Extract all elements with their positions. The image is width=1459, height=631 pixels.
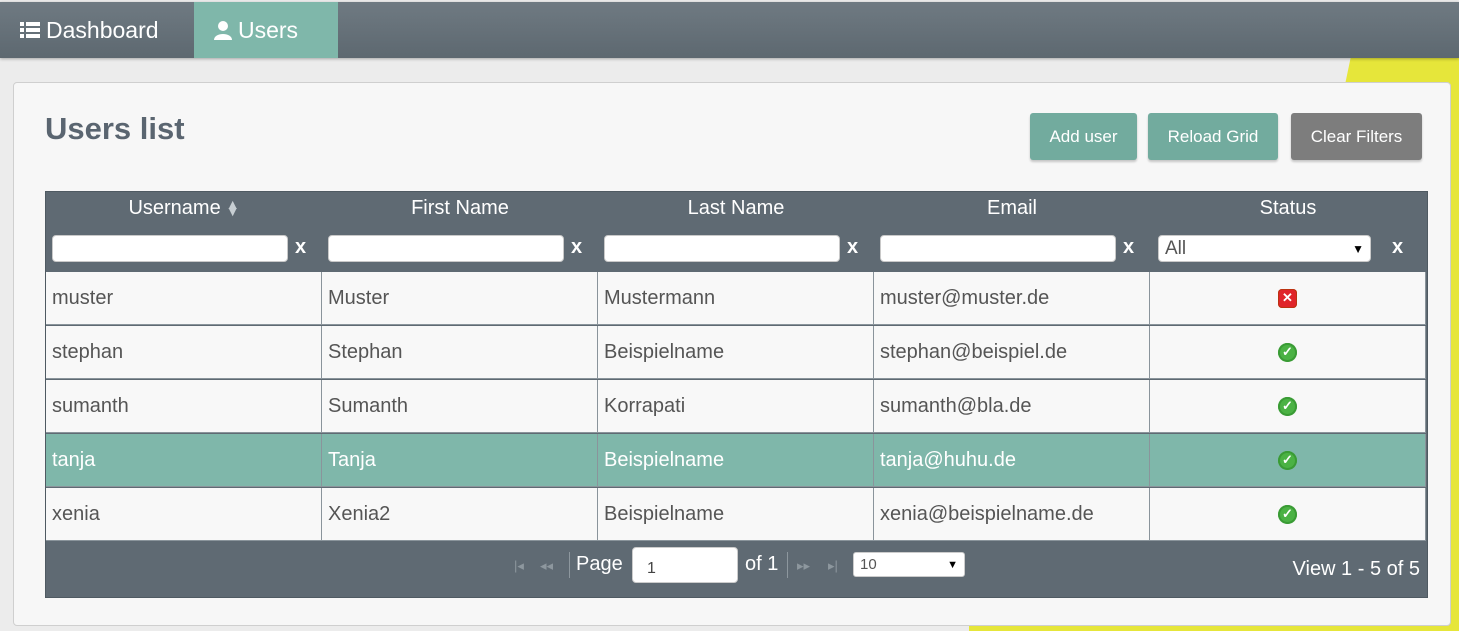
cell-last-name: Beispielname <box>598 434 874 487</box>
active-status-icon: ✓ <box>1278 342 1297 362</box>
cell-first-name: Xenia2 <box>322 488 598 541</box>
cell-last-name: Mustermann <box>598 272 874 325</box>
page-label: Page <box>576 553 623 575</box>
username-filter-clear-button[interactable]: x <box>295 236 306 259</box>
first-name-filter-input[interactable] <box>328 235 564 262</box>
tab-users[interactable]: Users <box>194 2 338 58</box>
column-header-last-name[interactable]: Last Name <box>598 192 874 224</box>
cell-status: ✕ <box>1150 272 1426 325</box>
list-icon <box>20 21 40 39</box>
table-row[interactable]: sumanth Sumanth Korrapati sumanth@bla.de… <box>46 380 1426 433</box>
table-row[interactable]: xenia Xenia2 Beispielname xenia@beispiel… <box>46 488 1426 541</box>
cell-last-name: Beispielname <box>598 326 874 379</box>
cell-first-name: Stephan <box>322 326 598 379</box>
cell-email: xenia@beispielname.de <box>874 488 1150 541</box>
last-name-filter-clear-button[interactable]: x <box>847 236 858 259</box>
cell-email: sumanth@bla.de <box>874 380 1150 433</box>
page-number-input[interactable] <box>632 547 738 583</box>
email-filter-input[interactable] <box>880 235 1116 262</box>
dropdown-arrow-icon: ▼ <box>947 558 958 571</box>
column-header-username[interactable]: Username ▲ ▼ <box>46 192 322 224</box>
table-row[interactable]: muster Muster Mustermann muster@muster.d… <box>46 272 1426 325</box>
active-status-icon: ✓ <box>1278 396 1297 416</box>
column-header-email[interactable]: Email <box>874 192 1150 224</box>
cell-first-name: Sumanth <box>322 380 598 433</box>
status-filter-clear-button[interactable]: x <box>1392 236 1403 259</box>
dropdown-arrow-icon: ▼ <box>1352 241 1364 256</box>
users-grid: Username ▲ ▼ First Name Last Name Email S… <box>45 191 1428 598</box>
cell-username: muster <box>46 272 322 325</box>
first-page-icon[interactable]: |◂ <box>514 558 524 574</box>
first-name-filter-clear-button[interactable]: x <box>571 236 582 259</box>
pager-divider <box>569 552 570 578</box>
records-info: View 1 - 5 of 5 <box>1292 558 1420 580</box>
cell-username: stephan <box>46 326 322 379</box>
user-icon <box>214 20 232 40</box>
page-size-select[interactable]: 10 ▼ <box>853 552 965 577</box>
inactive-status-icon: ✕ <box>1278 288 1297 308</box>
column-header-label: Username <box>128 196 221 219</box>
column-header-first-name[interactable]: First Name <box>322 192 598 224</box>
last-name-filter-input[interactable] <box>604 235 840 262</box>
cell-first-name: Tanja <box>322 434 598 487</box>
grid-header: Username ▲ ▼ First Name Last Name Email S… <box>46 192 1427 272</box>
cell-username: xenia <box>46 488 322 541</box>
cell-status: ✓ <box>1150 488 1426 541</box>
cell-status: ✓ <box>1150 380 1426 433</box>
grid-pager: |◂ ◂◂ Page of 1 ▸▸ ▸| 10 ▼ View 1 - 5 of… <box>46 542 1427 597</box>
username-filter-input[interactable] <box>52 235 288 262</box>
cell-email: stephan@beispiel.de <box>874 326 1150 379</box>
table-row-selected[interactable]: tanja Tanja Beispielname tanja@huhu.de ✓ <box>46 434 1426 487</box>
cell-username: sumanth <box>46 380 322 433</box>
reload-grid-button[interactable]: Reload Grid <box>1148 113 1278 160</box>
status-filter-value: All <box>1165 237 1187 259</box>
cell-last-name: Korrapati <box>598 380 874 433</box>
add-user-button[interactable]: Add user <box>1030 113 1137 160</box>
sort-icon: ▲ ▼ <box>225 196 240 219</box>
active-status-icon: ✓ <box>1278 450 1297 470</box>
cell-first-name: Muster <box>322 272 598 325</box>
clear-filters-button[interactable]: Clear Filters <box>1291 113 1422 160</box>
active-status-icon: ✓ <box>1278 504 1297 524</box>
cell-status: ✓ <box>1150 326 1426 379</box>
page-size-value: 10 <box>860 556 877 573</box>
tab-dashboard[interactable]: Dashboard <box>0 2 194 58</box>
page-count-label: of 1 <box>745 553 779 575</box>
cell-status: ✓ <box>1150 434 1426 487</box>
next-page-icon[interactable]: ▸▸ <box>797 558 810 574</box>
pager-divider <box>787 552 788 578</box>
email-filter-clear-button[interactable]: x <box>1123 236 1134 259</box>
column-header-status[interactable]: Status <box>1150 192 1426 224</box>
tab-dashboard-label: Dashboard <box>46 16 159 43</box>
page-title: Users list <box>45 111 185 146</box>
status-filter-select[interactable]: All ▼ <box>1158 235 1371 262</box>
tab-users-label: Users <box>238 16 299 43</box>
cell-email: muster@muster.de <box>874 272 1150 325</box>
users-panel: Users list Add user Reload Grid Clear Fi… <box>13 82 1451 626</box>
table-row[interactable]: stephan Stephan Beispielname stephan@bei… <box>46 326 1426 379</box>
cell-username: tanja <box>46 434 322 487</box>
cell-email: tanja@huhu.de <box>874 434 1150 487</box>
cell-last-name: Beispielname <box>598 488 874 541</box>
prev-page-icon[interactable]: ◂◂ <box>540 558 553 574</box>
top-navbar: Dashboard Users <box>0 2 1459 58</box>
last-page-icon[interactable]: ▸| <box>828 558 838 574</box>
